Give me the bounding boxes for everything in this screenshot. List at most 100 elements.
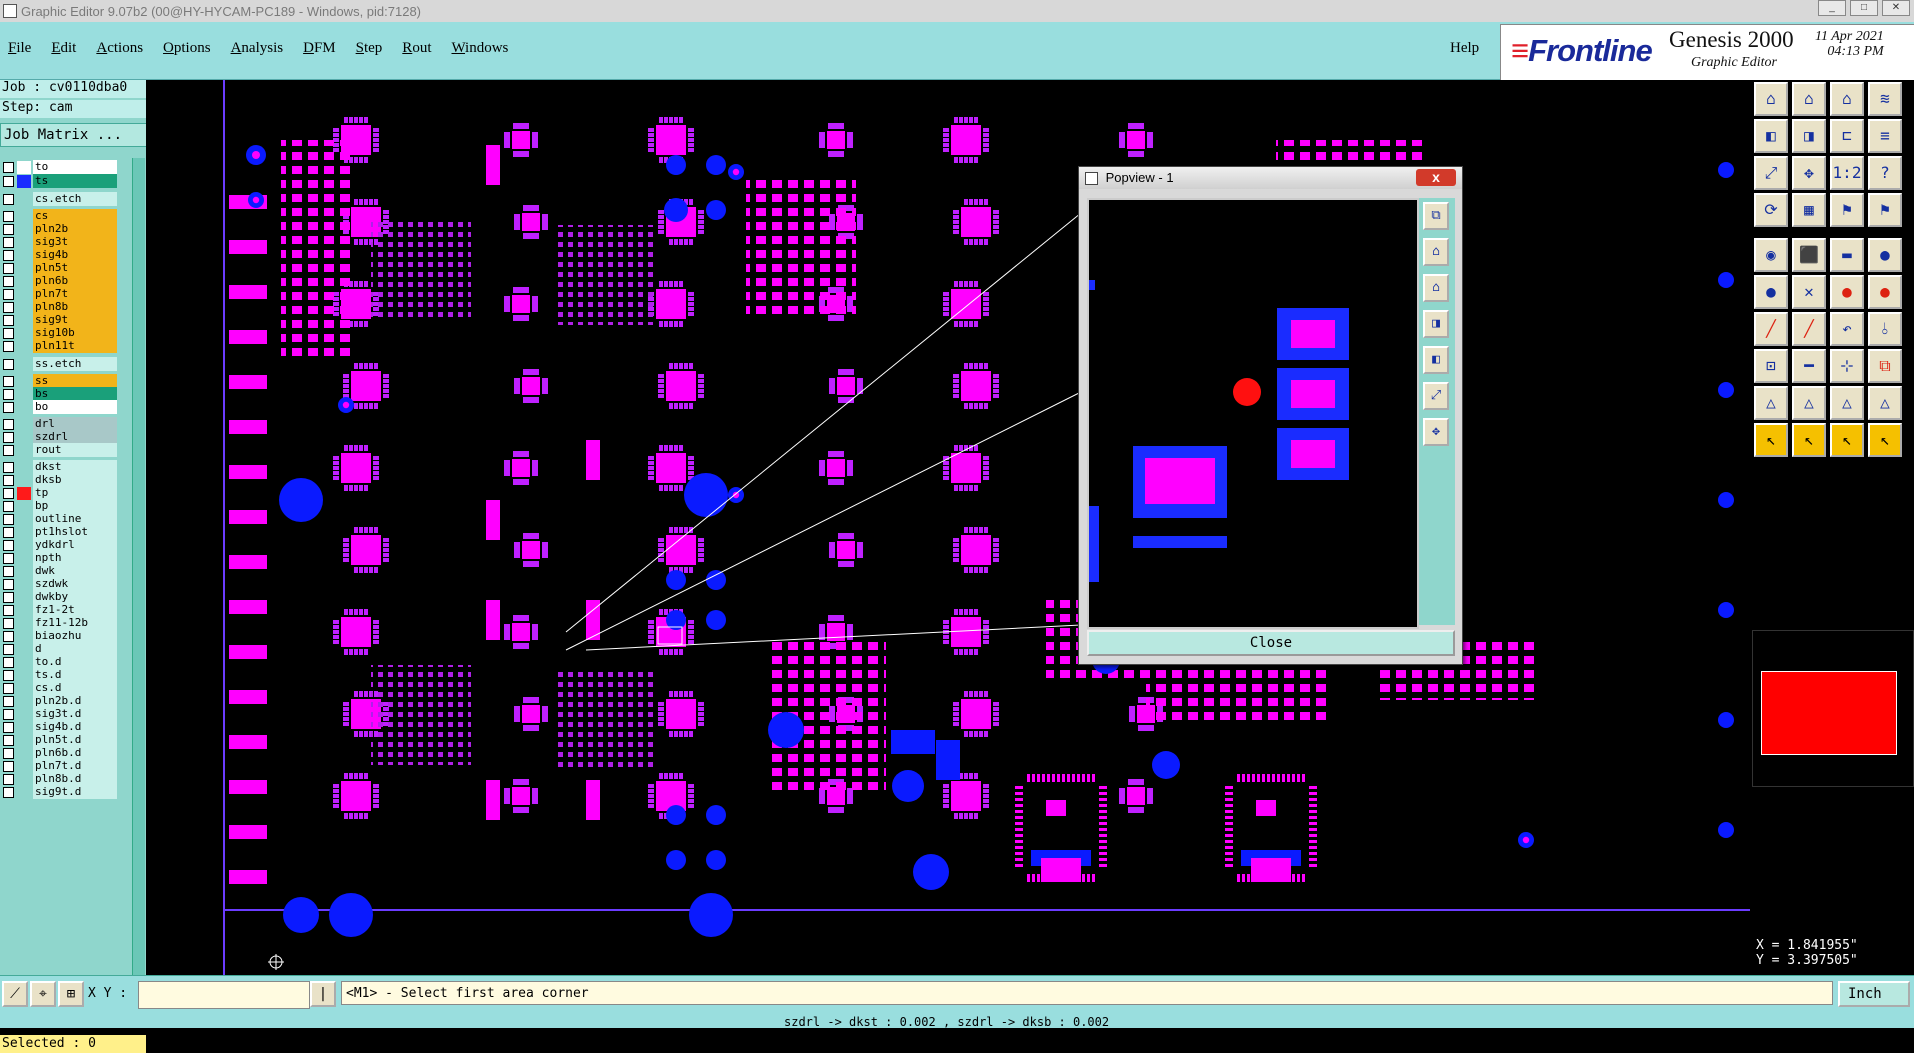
layer-name[interactable]: sig4b.d: [33, 720, 117, 734]
layer-checkbox[interactable]: [3, 735, 14, 746]
tool-button-28-icon[interactable]: ⫰: [1868, 312, 1902, 346]
layer-checkbox[interactable]: [3, 445, 14, 456]
layer-row-cs-etch[interactable]: cs.etch: [0, 192, 118, 207]
layer-name[interactable]: sig9t.d: [33, 785, 117, 799]
layer-checkbox[interactable]: [3, 618, 14, 629]
tool-button-17-icon[interactable]: ◉: [1754, 238, 1788, 272]
layer-checkbox[interactable]: [3, 176, 14, 187]
layer-checkbox[interactable]: [3, 748, 14, 759]
layer-name[interactable]: pln8b.d: [33, 772, 117, 786]
tool-button-39-icon[interactable]: ↖: [1830, 423, 1864, 457]
tool-button-3-icon[interactable]: ⌂: [1830, 82, 1864, 116]
popview-close-button[interactable]: Close: [1087, 630, 1455, 656]
layer-checkbox[interactable]: [3, 211, 14, 222]
graphic-canvas[interactable]: [146, 80, 1750, 975]
layer-checkbox[interactable]: [3, 488, 14, 499]
tool-button-25-icon[interactable]: ╱: [1754, 312, 1788, 346]
menu-dfm[interactable]: DFM: [303, 40, 336, 57]
layer-name[interactable]: pln7t.d: [33, 759, 117, 773]
tool-button-40-icon[interactable]: ↖: [1868, 423, 1902, 457]
layer-name[interactable]: ss: [33, 374, 117, 388]
tool-button-19-icon[interactable]: ▬: [1830, 238, 1864, 272]
layer-name[interactable]: szdrl: [33, 430, 117, 444]
layer-checkbox[interactable]: [3, 328, 14, 339]
layer-checkbox[interactable]: [3, 683, 14, 694]
tool-button-11-icon[interactable]: 1:2: [1830, 156, 1864, 190]
layer-checkbox[interactable]: [3, 315, 14, 326]
layer-row-pln11t[interactable]: pln11t: [0, 339, 118, 354]
tool-button-16-icon[interactable]: ⚑: [1868, 193, 1902, 227]
layer-color-swatch[interactable]: [17, 340, 31, 353]
layer-checkbox[interactable]: [3, 224, 14, 235]
layer-name[interactable]: to.d: [33, 655, 117, 669]
layer-name[interactable]: sig3t: [33, 235, 117, 249]
pcb-layout[interactable]: [146, 80, 1750, 975]
tool-button-27-icon[interactable]: ↶: [1830, 312, 1864, 346]
layer-checkbox[interactable]: [3, 289, 14, 300]
tool-button-8-icon[interactable]: ≡: [1868, 119, 1902, 153]
layer-row-to[interactable]: to: [0, 160, 118, 175]
layer-name[interactable]: ts: [33, 174, 117, 188]
layer-name[interactable]: d: [33, 642, 117, 656]
unit-selector[interactable]: Inch: [1838, 981, 1910, 1007]
layer-name[interactable]: ss.etch: [33, 357, 117, 371]
layer-color-swatch[interactable]: [17, 444, 31, 457]
layer-name[interactable]: fz1-2t: [33, 603, 117, 617]
tool-button-6-icon[interactable]: ◨: [1792, 119, 1826, 153]
overview-view-box[interactable]: [1761, 671, 1897, 755]
layer-checkbox[interactable]: [3, 527, 14, 538]
layer-row-ss-etch[interactable]: ss.etch: [0, 357, 118, 372]
layer-name[interactable]: dwkby: [33, 590, 117, 604]
layer-checkbox[interactable]: [3, 462, 14, 473]
layer-color-swatch[interactable]: [17, 175, 31, 188]
popview-tool-6-icon[interactable]: ⤢: [1423, 382, 1449, 410]
layer-row-sig9t-d[interactable]: sig9t.d: [0, 785, 118, 800]
layer-checkbox[interactable]: [3, 419, 14, 430]
layer-name[interactable]: sig10b: [33, 326, 117, 340]
xy-input[interactable]: [138, 981, 310, 1009]
layer-checkbox[interactable]: [3, 631, 14, 642]
tool-button-22-icon[interactable]: ✕: [1792, 275, 1826, 309]
popview-tool-5-icon[interactable]: ◧: [1423, 346, 1449, 374]
cursor-toggle-icon[interactable]: |: [310, 981, 336, 1007]
menu-actions[interactable]: Actions: [96, 40, 143, 57]
popview-tool-4-icon[interactable]: ◨: [1423, 310, 1449, 338]
layer-name[interactable]: bo: [33, 400, 117, 414]
layer-name[interactable]: pln5t.d: [33, 733, 117, 747]
layer-row-rout[interactable]: rout: [0, 443, 118, 458]
popview-tool-1-icon[interactable]: ⧉: [1423, 202, 1449, 230]
layer-name[interactable]: pln2b.d: [33, 694, 117, 708]
tool-button-1-icon[interactable]: ⌂: [1754, 82, 1788, 116]
tool-button-9-icon[interactable]: ⤢: [1754, 156, 1788, 190]
layer-name[interactable]: pt1hslot: [33, 525, 117, 539]
close-window-button[interactable]: ✕: [1882, 0, 1910, 16]
layer-checkbox[interactable]: [3, 194, 14, 205]
tool-button-7-icon[interactable]: ⊏: [1830, 119, 1864, 153]
popview-tool-2-icon[interactable]: ⌂: [1423, 238, 1449, 266]
layer-checkbox[interactable]: [3, 475, 14, 486]
layer-checkbox[interactable]: [3, 761, 14, 772]
layer-checkbox[interactable]: [3, 579, 14, 590]
layer-checkbox[interactable]: [3, 376, 14, 387]
layer-name[interactable]: npth: [33, 551, 117, 565]
tool-button-36-icon[interactable]: △: [1868, 386, 1902, 420]
layer-name[interactable]: pln5t: [33, 261, 117, 275]
layer-checkbox[interactable]: [3, 605, 14, 616]
maximize-button[interactable]: □: [1850, 0, 1878, 16]
layer-checkbox[interactable]: [3, 696, 14, 707]
layer-name[interactable]: sig4b: [33, 248, 117, 262]
measure-icon[interactable]: ⌖: [30, 981, 56, 1007]
layer-checkbox[interactable]: [3, 341, 14, 352]
layer-name[interactable]: dwk: [33, 564, 117, 578]
tool-button-31-icon[interactable]: ⊹: [1830, 349, 1864, 383]
layer-color-swatch[interactable]: [17, 358, 31, 371]
layer-name[interactable]: ts.d: [33, 668, 117, 682]
tool-button-12-icon[interactable]: ?: [1868, 156, 1902, 190]
layer-checkbox[interactable]: [3, 553, 14, 564]
menu-file[interactable]: File: [8, 40, 31, 57]
tool-button-24-icon[interactable]: ●: [1868, 275, 1902, 309]
overview-window[interactable]: [1752, 630, 1914, 787]
tool-button-20-icon[interactable]: ●: [1868, 238, 1902, 272]
layer-color-swatch[interactable]: [17, 401, 31, 414]
layer-checkbox[interactable]: [3, 359, 14, 370]
